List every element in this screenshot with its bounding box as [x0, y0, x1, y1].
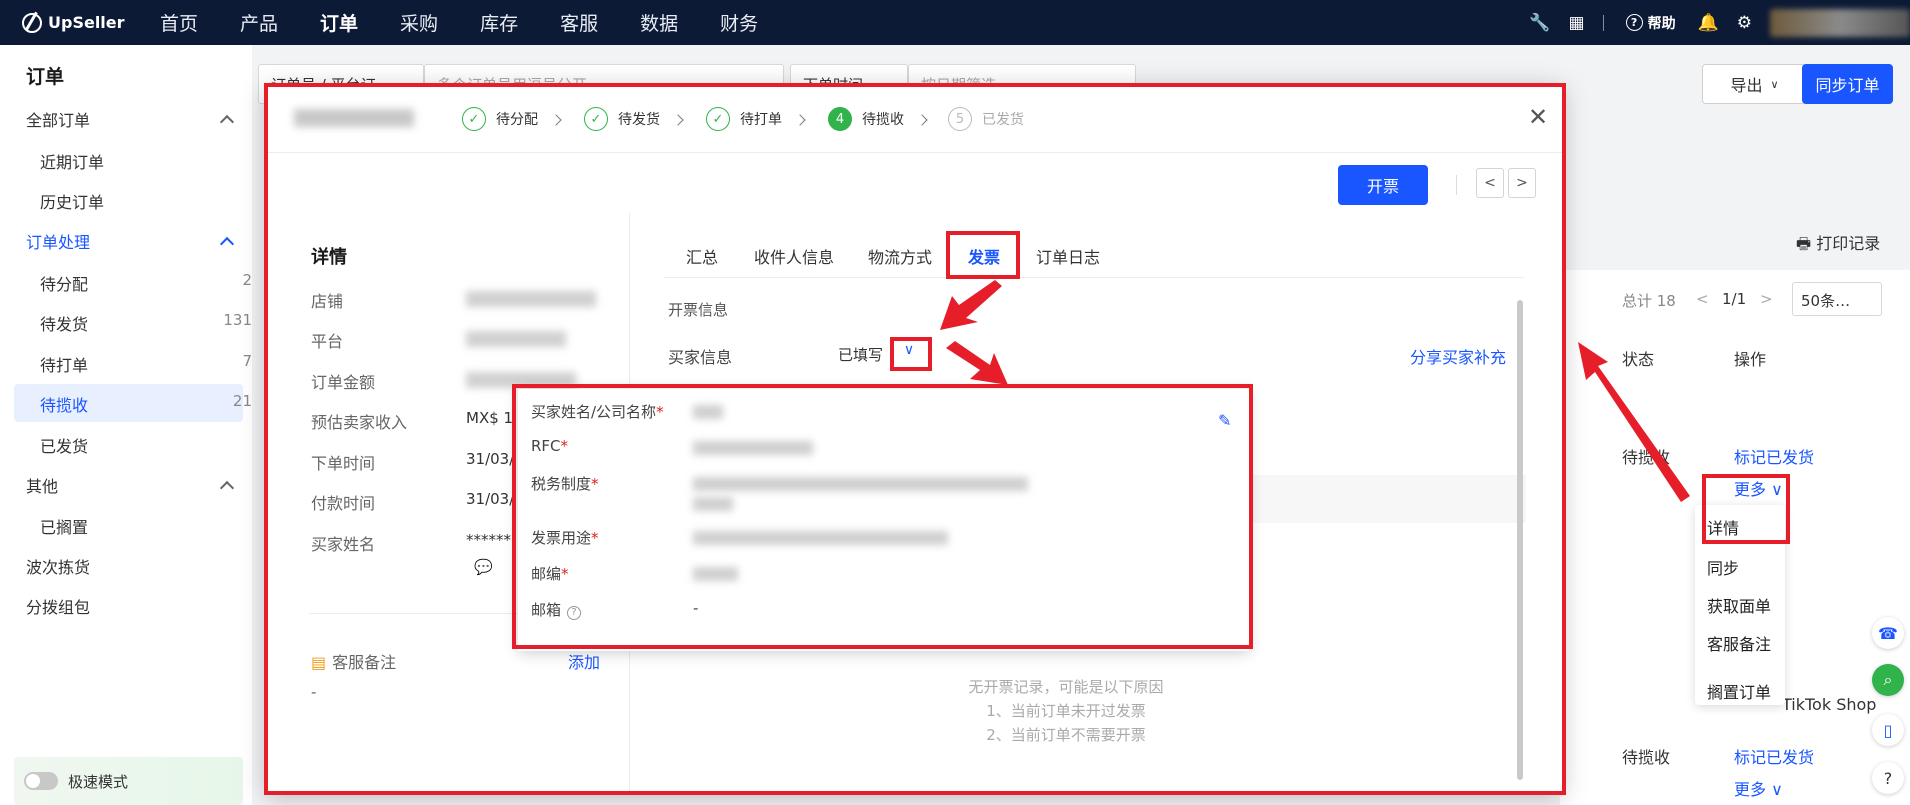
arrow-down-left [940, 280, 1002, 330]
annotation-arrows [940, 280, 1690, 502]
arrow-up-left [1578, 342, 1690, 502]
arrow-down-right [946, 341, 1008, 385]
